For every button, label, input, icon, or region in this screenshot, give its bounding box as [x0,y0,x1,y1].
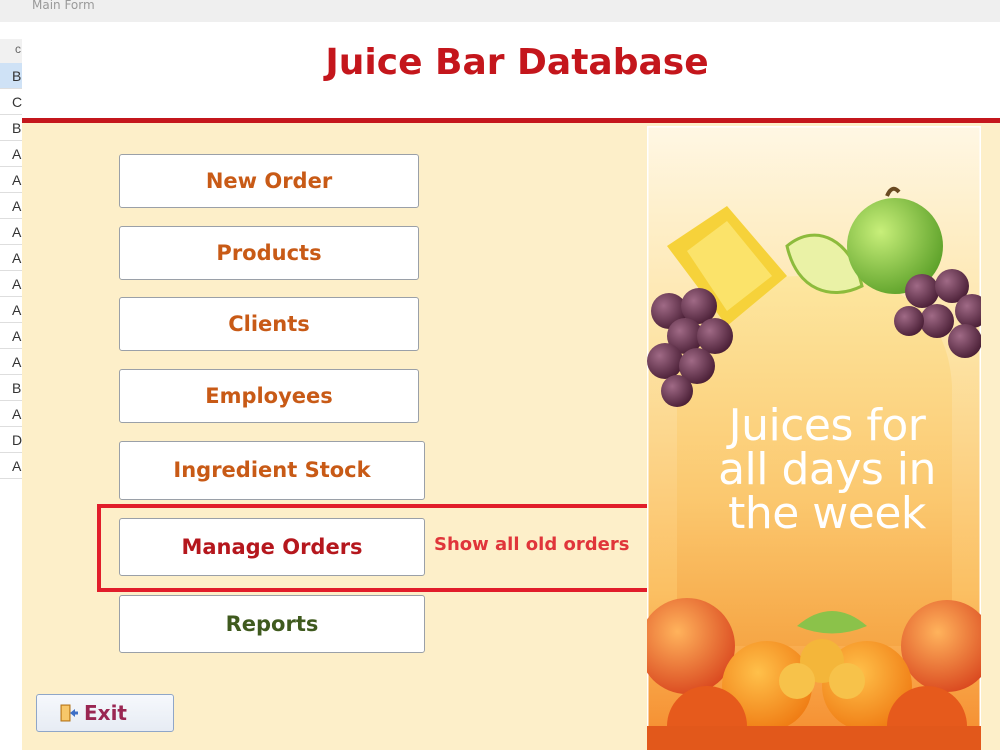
page-title: Juice Bar Database [325,42,709,83]
datasheet-cell[interactable]: D [0,427,22,453]
datasheet-cell[interactable]: B [0,375,22,401]
datasheet-cell[interactable]: C [0,89,22,115]
exit-button[interactable]: Exit [36,694,174,732]
reports-button[interactable]: Reports [119,595,425,653]
datasheet-column-header: c [0,39,22,64]
exit-label: Exit [84,701,127,725]
new-order-button[interactable]: New Order [119,154,419,208]
datasheet-cell[interactable]: A [0,219,22,245]
ingredient-stock-label: Ingredient Stock [173,458,371,482]
main-form: Juice Bar Database New Order Products Cl… [22,22,1000,750]
datasheet-cell[interactable]: A [0,167,22,193]
employees-button[interactable]: Employees [119,369,419,423]
manage-orders-hint: Show all old orders [434,534,630,555]
ingredient-stock-button[interactable]: Ingredient Stock [119,441,425,500]
datasheet-cell[interactable]: A [0,297,22,323]
clients-button[interactable]: Clients [119,297,419,351]
new-order-label: New Order [205,169,333,193]
window-title: Main Form [32,0,95,12]
exit-door-icon [60,704,78,722]
datasheet-cell[interactable]: B [0,115,22,141]
datasheet-cell[interactable]: A [0,245,22,271]
promo-headline: Juices for all days in the week [718,400,936,539]
datasheet-cell[interactable]: A [0,193,22,219]
clients-label: Clients [228,312,310,336]
datasheet-cell[interactable]: B [0,63,22,89]
window-title-bar: Main Form [0,0,1000,22]
background-datasheet: c B C B A A A A A A A A A B A D A [0,22,23,750]
datasheet-cell[interactable]: A [0,271,22,297]
products-label: Products [216,241,322,265]
datasheet-cell[interactable]: A [0,401,22,427]
datasheet-cell[interactable]: A [0,323,22,349]
datasheet-cell[interactable]: A [0,141,22,167]
products-button[interactable]: Products [119,226,419,280]
employees-label: Employees [205,384,333,408]
form-header: Juice Bar Database [22,22,1000,123]
reports-label: Reports [225,612,319,636]
datasheet-cell[interactable]: A [0,349,22,375]
datasheet-cell[interactable]: A [0,453,22,479]
promo-image: Juices for all days in the week [647,126,981,750]
